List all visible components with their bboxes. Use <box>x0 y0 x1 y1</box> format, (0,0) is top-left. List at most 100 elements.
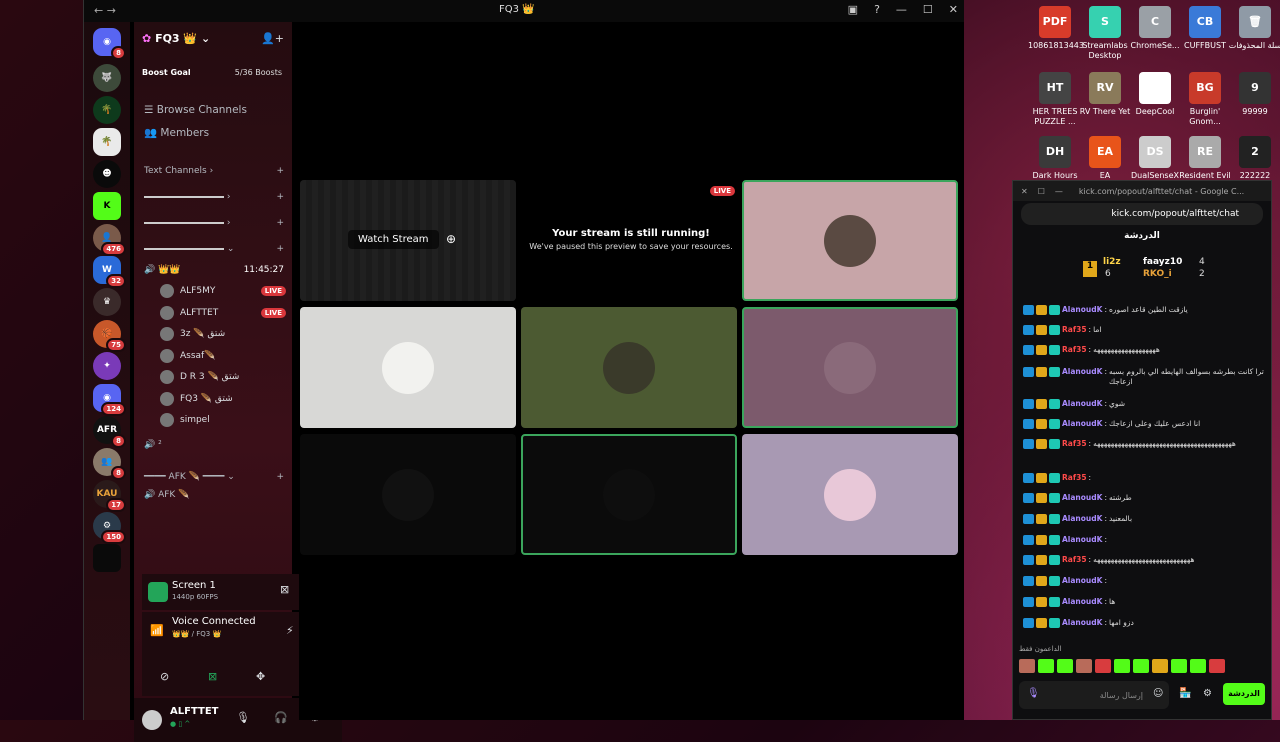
headphones-icon[interactable]: 🎧 <box>274 711 288 724</box>
channel-row[interactable]: › + <box>144 218 284 228</box>
desktop-shortcut[interactable]: CB CUFFBUST <box>1178 6 1232 51</box>
help-icon[interactable]: ? <box>874 3 880 16</box>
server-icon[interactable]: 🏀 75 <box>93 320 126 352</box>
server-icon[interactable]: ⚙ 150 <box>93 512 126 544</box>
minimize-icon[interactable]: — <box>1055 187 1063 196</box>
chat-input[interactable]: إرسال رسالة <box>1019 681 1169 709</box>
voice-user[interactable]: simpel <box>160 411 286 429</box>
desktop-shortcut[interactable]: EA EA <box>1078 136 1132 181</box>
stop-stream-icon[interactable]: ⊠ <box>280 583 289 596</box>
desktop-shortcut[interactable]: PDF 10861813443 <box>1028 6 1084 51</box>
url-bar[interactable]: kick.com/popout/alfttet/chat <box>1021 203 1263 225</box>
desktop-shortcut[interactable]: DC DeepCool <box>1128 72 1182 117</box>
close-icon[interactable]: ✕ <box>1021 187 1028 196</box>
maximize-icon[interactable]: ☐ <box>1038 187 1045 196</box>
browse-channels[interactable]: ☰ Browse Channels <box>144 104 247 116</box>
username[interactable]: ALFTTET <box>170 706 218 717</box>
afk-category[interactable]: ━━━━ AFK 🪶 ━━━━ ⌄ + <box>144 472 284 482</box>
chat-username[interactable]: AlanoudK <box>1062 419 1102 429</box>
chat-username[interactable]: Raf35 <box>1062 439 1087 449</box>
discord-home-icon[interactable]: ◉ 8 <box>93 28 126 60</box>
participant-tile[interactable] <box>742 434 958 555</box>
desktop-shortcut[interactable]: 🗑 سلة المحذوفات <box>1228 6 1280 51</box>
channel-row[interactable]: › + <box>144 192 284 202</box>
mic-icon[interactable]: 🎙 <box>1027 688 1040 699</box>
desktop-shortcut[interactable]: RV RV There Yet <box>1078 72 1132 117</box>
desktop-shortcut[interactable]: 9 99999 <box>1228 72 1280 117</box>
voice-user[interactable]: Assaf🪶 <box>160 347 286 365</box>
activities-icon[interactable]: ✥ <box>256 670 265 683</box>
chat-username[interactable]: Raf35 <box>1062 325 1087 335</box>
afk-channel[interactable]: 🔊 AFK 🪶 <box>144 490 284 500</box>
send-button[interactable]: الدردشة <box>1223 683 1265 705</box>
participant-tile[interactable] <box>300 307 516 428</box>
camera-icon[interactable]: ⊘ <box>160 670 169 683</box>
nav-arrows-icon[interactable]: ← → <box>94 4 116 17</box>
noise-suppression-icon[interactable]: ⚡ <box>286 624 294 637</box>
chat-username[interactable]: Raf35 <box>1062 345 1087 355</box>
server-icon[interactable]: 👤 476 <box>93 224 126 256</box>
emoji-icon[interactable]: ☺ <box>1153 688 1163 699</box>
chat-username[interactable]: AlanoudK <box>1062 618 1102 628</box>
chat-username[interactable]: AlanoudK <box>1062 597 1102 607</box>
desktop-shortcut[interactable]: BG Burglin' Gnom... <box>1178 72 1232 127</box>
server-name[interactable]: ✿ FQ3 👑 ⌄ <box>142 32 210 45</box>
channel-row[interactable]: ⌄ + <box>144 244 284 254</box>
server-icon[interactable]: 🐺 <box>93 64 121 92</box>
desktop-shortcut[interactable]: DS DualSenseX <box>1128 136 1182 181</box>
popout-icon[interactable]: ⊕ <box>446 232 456 246</box>
chat-username[interactable]: AlanoudK <box>1062 576 1102 586</box>
leader-name[interactable]: faayz10 <box>1143 257 1182 267</box>
server-icon[interactable]: ♛ <box>93 288 121 316</box>
boost-goal[interactable]: Boost Goal 5/36 Boosts <box>142 68 282 77</box>
chat-username[interactable]: Raf35 <box>1062 555 1087 565</box>
server-icon-active[interactable]: 🌴 <box>93 128 121 156</box>
voice-user[interactable]: FQ3 🪶 شتق <box>160 390 286 408</box>
watch-stream-button[interactable]: Watch Stream <box>348 230 439 249</box>
server-icon[interactable] <box>93 544 121 572</box>
desktop-shortcut[interactable]: 2 222222 <box>1228 136 1280 181</box>
chat-username[interactable]: AlanoudK <box>1062 535 1102 545</box>
maximize-icon[interactable]: ☐ <box>923 3 933 16</box>
server-icon[interactable]: ✦ <box>93 352 121 380</box>
voice-user[interactable]: 3z 🪶 شتق <box>160 325 286 343</box>
avatar[interactable] <box>142 710 162 730</box>
server-icon[interactable]: ☻ <box>93 160 121 188</box>
kick-server-icon[interactable]: K <box>93 192 121 220</box>
server-icon[interactable]: W 32 <box>93 256 126 288</box>
members[interactable]: 👥 Members <box>144 126 209 139</box>
leader-name[interactable]: RKO_i <box>1143 269 1172 279</box>
participant-tile[interactable] <box>521 434 737 555</box>
voice-channel-2[interactable]: 🔊 ² <box>144 440 284 450</box>
voice-user[interactable]: ALFTTET LIVE <box>160 304 286 322</box>
desktop-shortcut[interactable]: S Streamlabs Desktop <box>1078 6 1132 61</box>
desktop-shortcut[interactable]: DH Dark Hours <box>1028 136 1082 181</box>
screen-icon[interactable]: ⊠ <box>208 670 217 683</box>
chat-username[interactable]: AlanoudK <box>1062 514 1102 524</box>
text-channels-category[interactable]: Text Channels › + <box>144 166 284 176</box>
server-icon[interactable]: 🌴 <box>93 96 121 124</box>
chat-username[interactable]: AlanoudK <box>1062 493 1102 503</box>
store-icon[interactable]: 🏪 <box>1179 688 1191 699</box>
add-member-icon[interactable]: 👤+ <box>261 32 284 45</box>
desktop-shortcut[interactable]: RE Resident Evil <box>1178 136 1232 181</box>
mic-icon[interactable]: 🎙 <box>236 711 250 724</box>
chat-username[interactable]: AlanoudK <box>1062 305 1102 315</box>
server-icon[interactable]: 👥 8 <box>93 448 126 480</box>
participant-tile[interactable] <box>521 307 737 428</box>
server-icon[interactable]: KAU 17 <box>93 480 126 512</box>
stream-preview-tile[interactable]: Watch Stream ⊕ <box>300 180 516 301</box>
chat-username[interactable]: AlanoudK <box>1062 367 1102 377</box>
leader-name[interactable]: li2z <box>1103 257 1121 267</box>
participant-tile[interactable] <box>300 434 516 555</box>
desktop-shortcut[interactable]: C ChromeSe... <box>1128 6 1182 51</box>
chat-settings-icon[interactable]: ⚙ <box>1203 688 1212 699</box>
voice-user[interactable]: ALF5MY LIVE <box>160 282 286 300</box>
minimize-icon[interactable]: — <box>896 3 907 16</box>
inbox-icon[interactable]: ▣ <box>848 3 858 16</box>
server-icon[interactable]: ◉ 124 <box>93 384 126 416</box>
chat-username[interactable]: AlanoudK <box>1062 399 1102 409</box>
participant-tile[interactable] <box>742 307 958 428</box>
chat-username[interactable]: Raf35 <box>1062 473 1087 483</box>
close-icon[interactable]: ✕ <box>949 3 958 16</box>
